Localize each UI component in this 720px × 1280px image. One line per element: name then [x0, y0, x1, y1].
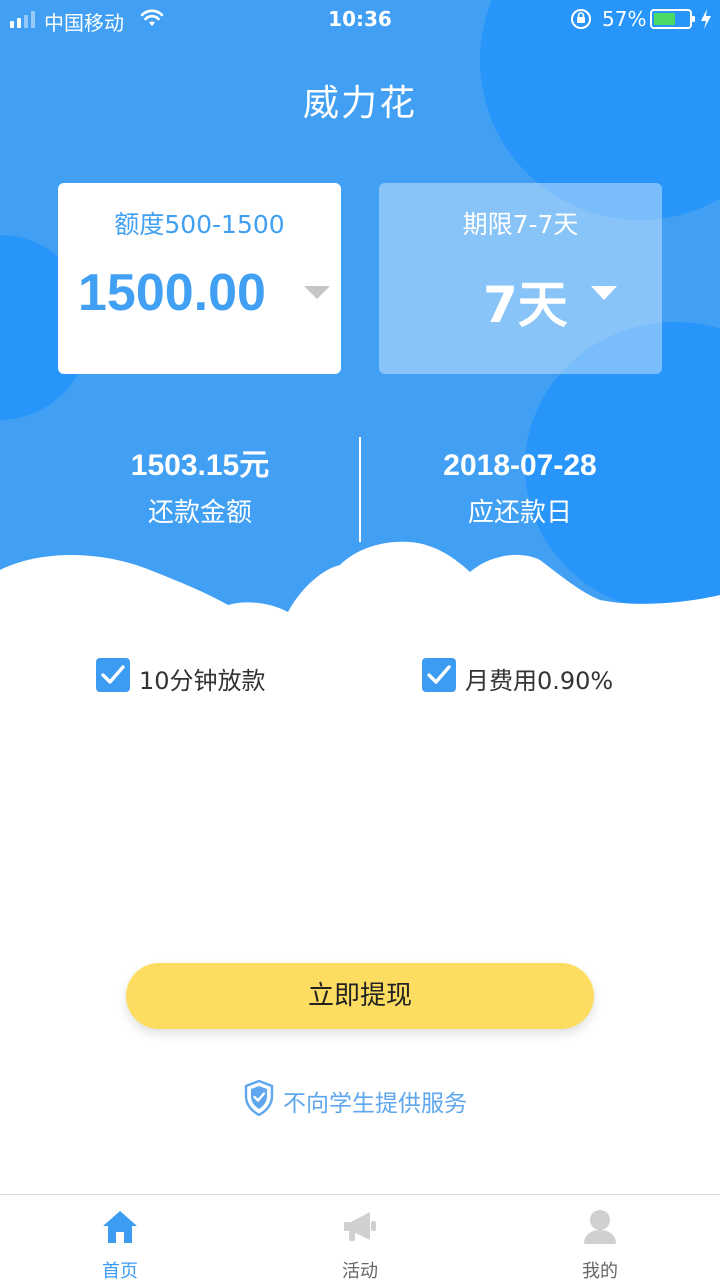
status-bar: 中国移动 10:36 57%: [0, 0, 720, 40]
shield-check-icon: [244, 1080, 274, 1116]
due-date-value: 2018-07-28: [443, 449, 597, 482]
repay-amount-summary: 1503.15元 还款金额: [40, 446, 360, 529]
repay-amount-value: 1503.15元: [130, 449, 270, 482]
term-value: 7天: [483, 276, 568, 334]
rotation-lock-icon: [571, 9, 591, 29]
amount-selector[interactable]: 额度500-1500 1500.00: [58, 183, 341, 374]
tab-activity[interactable]: 活动: [240, 1195, 480, 1280]
term-selector[interactable]: 期限7-7天 7天: [379, 183, 662, 374]
feature-label: 月费用0.90%: [465, 667, 614, 695]
amount-range-label: 额度500-1500: [114, 210, 285, 239]
checkbox-checked-icon[interactable]: [96, 658, 130, 692]
tab-home[interactable]: 首页: [0, 1195, 240, 1280]
charging-icon: [701, 9, 711, 29]
checkbox-checked-icon[interactable]: [422, 658, 456, 692]
repay-amount-label: 还款金额: [147, 498, 252, 528]
page-title: 威力花: [302, 83, 417, 124]
tab-mine[interactable]: 我的: [480, 1195, 720, 1280]
megaphone-icon: [344, 1212, 376, 1241]
withdraw-now-button[interactable]: 立即提现: [126, 963, 594, 1029]
caret-down-icon[interactable]: [591, 286, 617, 300]
due-date-label: 应还款日: [467, 498, 572, 528]
amount-value: 1500.00: [78, 264, 266, 322]
due-date-summary: 2018-07-28 应还款日: [360, 446, 680, 529]
battery-percent: 57%: [602, 7, 647, 31]
tab-label: 活动: [342, 1261, 378, 1280]
home-icon: [103, 1211, 137, 1243]
loan-home-screen: 中国移动 10:36 57% 威力花 额度500-1500 1500.00 期限…: [0, 0, 720, 1280]
tab-label: 我的: [582, 1261, 618, 1280]
caret-down-icon[interactable]: [304, 286, 330, 299]
feature-label: 10分钟放款: [139, 667, 266, 695]
bottom-tab-bar: 首页 活动 我的: [0, 1194, 720, 1280]
notice-text: 不向学生提供服务: [283, 1091, 467, 1117]
user-icon: [584, 1210, 616, 1244]
battery-icon: [650, 9, 695, 29]
tab-label: 首页: [102, 1261, 138, 1280]
term-range-label: 期限7-7天: [462, 210, 579, 239]
